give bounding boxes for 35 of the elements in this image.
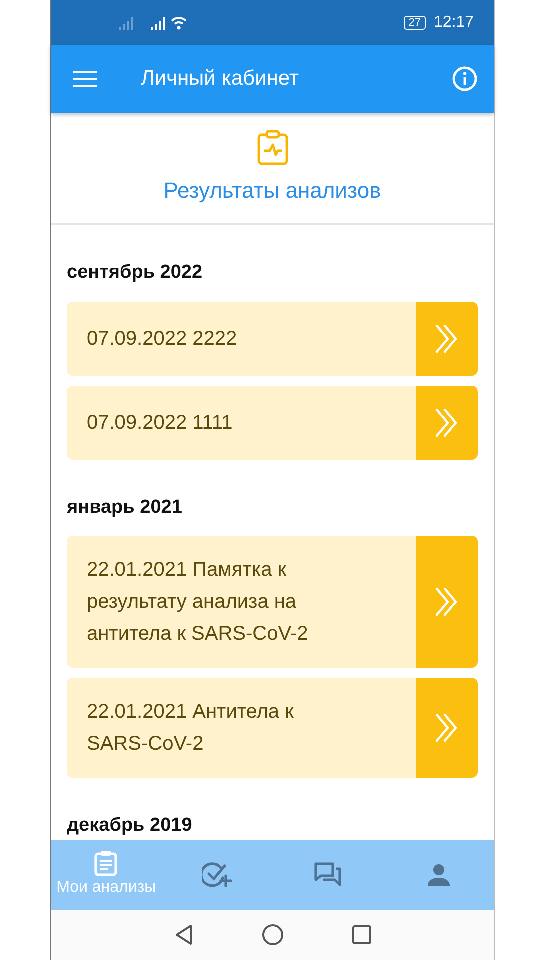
result-title: 07.09.2022 1111: [86, 410, 234, 436]
wifi-icon: [171, 16, 187, 30]
month-heading: сентябрь 2022: [67, 261, 204, 285]
battery-level: 27: [404, 16, 426, 30]
open-result-button[interactable]: [416, 386, 478, 460]
chat-icon: [314, 862, 342, 888]
result-title: 22.01.2021 Антитела к SARS-CoV-2: [86, 700, 295, 757]
home-icon[interactable]: [262, 924, 284, 946]
open-result-button[interactable]: [416, 678, 478, 778]
person-icon: [426, 863, 451, 887]
month-heading: декабрь 2019: [67, 814, 194, 838]
info-icon[interactable]: [452, 66, 478, 92]
app-title: Личный кабинет: [141, 66, 299, 92]
recent-apps-icon[interactable]: [352, 925, 372, 945]
double-chevron-icon: [434, 324, 460, 354]
section-title: Результаты анализов: [164, 176, 382, 205]
double-chevron-icon: [434, 587, 460, 617]
menu-icon[interactable]: [73, 70, 97, 88]
result-card[interactable]: 07.09.2022 1111: [67, 386, 478, 460]
clock-time: 12:17: [434, 12, 474, 32]
result-title: 22.01.2021 Памятка к результату анализа на антитела к SARS-CoV-2: [86, 558, 310, 647]
result-card[interactable]: 22.01.2021 Памятка к результату анализа на антитела к SARS-CoV-2: [67, 536, 478, 668]
result-card[interactable]: 07.09.2022 2222: [67, 302, 478, 376]
double-chevron-icon: [434, 408, 460, 438]
signal-icon: [151, 16, 167, 30]
month-heading: январь 2021: [67, 496, 184, 520]
signal-icon: [119, 16, 135, 30]
back-icon[interactable]: [174, 924, 194, 946]
clipboard-pulse-icon: [256, 130, 288, 166]
result-card[interactable]: 22.01.2021 Антитела к SARS-CoV-2: [67, 678, 478, 778]
double-chevron-icon: [434, 713, 460, 743]
clipboard-list-icon: [94, 850, 118, 876]
check-plus-icon: [202, 862, 232, 888]
result-title: 07.09.2022 2222: [86, 326, 238, 352]
open-result-button[interactable]: [416, 302, 478, 376]
